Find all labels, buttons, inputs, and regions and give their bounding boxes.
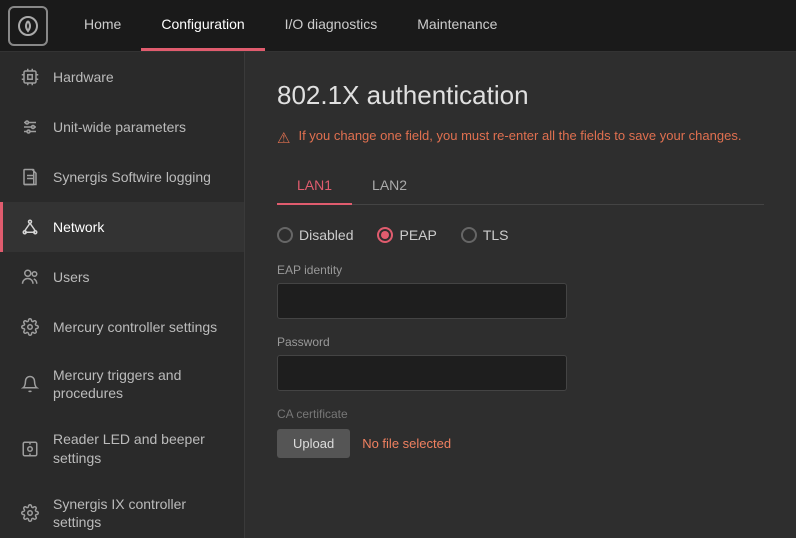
- password-label: Password: [277, 335, 764, 349]
- users-icon: [19, 266, 41, 288]
- no-file-text: No file selected: [362, 436, 451, 451]
- bell-icon: [19, 373, 41, 395]
- nav-home[interactable]: Home: [64, 0, 141, 51]
- eap-identity-label: EAP identity: [277, 263, 764, 277]
- radio-peap[interactable]: PEAP: [377, 227, 436, 243]
- radio-peap-label: PEAP: [399, 227, 436, 243]
- nav-maintenance[interactable]: Maintenance: [397, 0, 517, 51]
- nav-io-diagnostics[interactable]: I/O diagnostics: [265, 0, 398, 51]
- warning-icon: ⚠: [277, 128, 290, 149]
- sidebar-label-users: Users: [53, 268, 90, 286]
- eap-identity-input[interactable]: [277, 283, 567, 319]
- sidebar-item-reader-led[interactable]: Reader LED and beeper settings: [0, 416, 244, 480]
- sidebar-item-mercury-controller[interactable]: Mercury controller settings: [0, 302, 244, 352]
- sidebar: Hardware Unit-wide parameters: [0, 52, 245, 538]
- radio-disabled[interactable]: Disabled: [277, 227, 353, 243]
- sidebar-item-network[interactable]: Network: [0, 202, 244, 252]
- sidebar-item-users[interactable]: Users: [0, 252, 244, 302]
- sidebar-item-mercury-triggers[interactable]: Mercury triggers and procedures: [0, 352, 244, 416]
- radio-disabled-label: Disabled: [299, 227, 353, 243]
- upload-row: Upload No file selected: [277, 429, 764, 458]
- password-input[interactable]: [277, 355, 567, 391]
- gear2-icon: [19, 502, 41, 524]
- sidebar-label-network: Network: [53, 218, 104, 236]
- tab-lan2[interactable]: LAN2: [352, 169, 427, 205]
- password-group: Password: [277, 335, 764, 391]
- sidebar-item-synergis-ix[interactable]: Synergis IX controller settings: [0, 481, 244, 538]
- ca-certificate-label: CA certificate: [277, 407, 764, 421]
- page-title: 802.1X authentication: [277, 80, 764, 111]
- sidebar-label-mercury-triggers: Mercury triggers and procedures: [53, 366, 228, 402]
- tab-lan1[interactable]: LAN1: [277, 169, 352, 205]
- sidebar-label-synergis-ix: Synergis IX controller settings: [53, 495, 228, 531]
- main-content: 802.1X authentication ⚠ If you change on…: [245, 52, 796, 538]
- ca-certificate-section: CA certificate Upload No file selected: [277, 407, 764, 458]
- sidebar-item-synergis-logging[interactable]: Synergis Softwire logging: [0, 152, 244, 202]
- sidebar-label-reader-led: Reader LED and beeper settings: [53, 430, 228, 466]
- radio-tls-label: TLS: [483, 227, 509, 243]
- reader-icon: [19, 438, 41, 460]
- radio-tls-circle: [461, 227, 477, 243]
- nav-configuration[interactable]: Configuration: [141, 0, 264, 51]
- sidebar-item-unit-wide[interactable]: Unit-wide parameters: [0, 102, 244, 152]
- doc-icon: [19, 166, 41, 188]
- sidebar-label-mercury-controller: Mercury controller settings: [53, 318, 217, 336]
- radio-group: Disabled PEAP TLS: [277, 227, 764, 243]
- network-icon: [19, 216, 41, 238]
- radio-disabled-circle: [277, 227, 293, 243]
- top-nav: Home Configuration I/O diagnostics Maint…: [0, 0, 796, 52]
- radio-tls[interactable]: TLS: [461, 227, 509, 243]
- cpu-icon: [19, 66, 41, 88]
- sidebar-label-unit-wide: Unit-wide parameters: [53, 118, 186, 136]
- sidebar-item-hardware[interactable]: Hardware: [0, 52, 244, 102]
- tabs: LAN1 LAN2: [277, 169, 764, 205]
- upload-button[interactable]: Upload: [277, 429, 350, 458]
- gear-icon: [19, 316, 41, 338]
- radio-peap-circle: [377, 227, 393, 243]
- warning-text: If you change one field, you must re-ent…: [298, 127, 741, 145]
- eap-identity-group: EAP identity: [277, 263, 764, 319]
- nav-items: Home Configuration I/O diagnostics Maint…: [64, 0, 517, 51]
- sliders-icon: [19, 116, 41, 138]
- sidebar-label-synergis-logging: Synergis Softwire logging: [53, 168, 211, 186]
- warning-banner: ⚠ If you change one field, you must re-e…: [277, 127, 764, 149]
- layout: Hardware Unit-wide parameters: [0, 52, 796, 538]
- sidebar-label-hardware: Hardware: [53, 68, 114, 86]
- app-logo: [8, 6, 48, 46]
